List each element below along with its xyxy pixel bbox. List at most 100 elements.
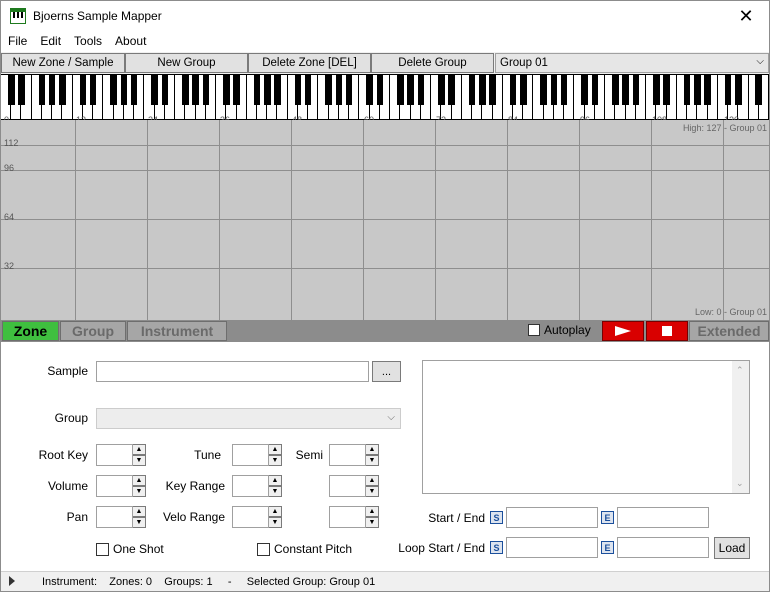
spin-up-icon[interactable]: ▲ bbox=[269, 444, 282, 455]
black-key[interactable] bbox=[192, 75, 199, 105]
tune-input[interactable] bbox=[232, 444, 269, 466]
black-key[interactable] bbox=[683, 75, 691, 105]
black-key[interactable] bbox=[263, 75, 271, 105]
constant-pitch-checkbox[interactable]: Constant Pitch bbox=[257, 542, 352, 556]
key-range-high-input[interactable] bbox=[329, 475, 366, 497]
tab-instrument[interactable]: Instrument bbox=[127, 321, 227, 341]
constant-pitch-box[interactable] bbox=[257, 542, 270, 556]
black-key[interactable] bbox=[591, 75, 599, 105]
title-bar[interactable]: Bjoerns Sample Mapper ✕ bbox=[1, 1, 769, 31]
tab-extended[interactable]: Extended bbox=[689, 321, 769, 341]
spin-down-icon[interactable]: ▼ bbox=[366, 455, 379, 466]
key-range-high-stepper[interactable]: ▲ ▼ bbox=[329, 475, 379, 497]
black-key[interactable] bbox=[519, 75, 527, 105]
black-key[interactable] bbox=[653, 75, 660, 105]
black-key[interactable] bbox=[560, 75, 568, 105]
start-set-button[interactable]: S bbox=[490, 511, 503, 524]
black-key[interactable] bbox=[130, 75, 138, 105]
sample-input[interactable] bbox=[96, 361, 369, 382]
spin-up-icon[interactable]: ▲ bbox=[133, 506, 146, 517]
loop-end-input[interactable] bbox=[617, 537, 709, 558]
black-key[interactable] bbox=[253, 75, 261, 105]
black-key[interactable] bbox=[335, 75, 343, 105]
spin-up-icon[interactable]: ▲ bbox=[269, 506, 282, 517]
spin-up-icon[interactable]: ▲ bbox=[133, 475, 146, 486]
black-key[interactable] bbox=[120, 75, 128, 105]
menu-file[interactable]: File bbox=[1, 32, 33, 52]
play-button[interactable] bbox=[602, 321, 644, 341]
start-input[interactable] bbox=[506, 507, 598, 528]
key-range-low-input[interactable] bbox=[232, 475, 269, 497]
spin-up-icon[interactable]: ▲ bbox=[133, 444, 146, 455]
menu-tools[interactable]: Tools bbox=[67, 32, 108, 52]
spin-down-icon[interactable]: ▼ bbox=[366, 486, 379, 497]
black-key[interactable] bbox=[345, 75, 353, 105]
pan-input[interactable] bbox=[96, 506, 133, 528]
group-combo[interactable]: ⌵ bbox=[96, 408, 401, 429]
black-key[interactable] bbox=[417, 75, 425, 105]
end-input[interactable] bbox=[617, 507, 709, 528]
key-range-low-stepper[interactable]: ▲ ▼ bbox=[232, 475, 282, 497]
expand-arrow-icon[interactable] bbox=[9, 576, 15, 586]
black-key[interactable] bbox=[540, 75, 547, 105]
black-key[interactable] bbox=[325, 75, 332, 105]
black-key[interactable] bbox=[663, 75, 670, 105]
zone-map-grid[interactable]: 112 96 64 32 High: 127 - Group 01 Low: 0… bbox=[1, 120, 769, 320]
black-key[interactable] bbox=[489, 75, 496, 105]
autoplay-checkbox[interactable]: Autoplay bbox=[528, 323, 591, 337]
black-key[interactable] bbox=[704, 75, 711, 105]
black-key[interactable] bbox=[233, 75, 240, 105]
scroll-down-icon[interactable]: ⌄ bbox=[736, 478, 744, 489]
volume-input[interactable] bbox=[96, 475, 133, 497]
black-key[interactable] bbox=[304, 75, 312, 105]
group-select[interactable]: Group 01 ⌵ bbox=[495, 53, 769, 73]
black-key[interactable] bbox=[632, 75, 640, 105]
loop-start-set-button[interactable]: S bbox=[490, 541, 503, 554]
autoplay-box[interactable] bbox=[528, 324, 540, 336]
velo-range-low-stepper[interactable]: ▲ ▼ bbox=[232, 506, 282, 528]
one-shot-checkbox[interactable]: One Shot bbox=[96, 542, 164, 556]
close-button[interactable]: ✕ bbox=[723, 1, 769, 31]
black-key[interactable] bbox=[479, 75, 486, 105]
spin-up-icon[interactable]: ▲ bbox=[366, 475, 379, 486]
black-key[interactable] bbox=[509, 75, 517, 105]
scrollbar[interactable]: ⌃ ⌄ bbox=[732, 361, 749, 493]
black-key[interactable] bbox=[407, 75, 414, 105]
black-key[interactable] bbox=[366, 75, 373, 105]
black-key[interactable] bbox=[48, 75, 56, 105]
spin-down-icon[interactable]: ▼ bbox=[269, 517, 282, 528]
semi-input[interactable] bbox=[329, 444, 366, 466]
one-shot-box[interactable] bbox=[96, 542, 109, 556]
menu-about[interactable]: About bbox=[108, 32, 152, 52]
loop-end-set-button[interactable]: E bbox=[601, 541, 614, 554]
loop-start-input[interactable] bbox=[506, 537, 598, 558]
delete-zone-button[interactable]: Delete Zone [DEL] bbox=[248, 53, 371, 73]
tab-group[interactable]: Group bbox=[60, 321, 126, 341]
black-key[interactable] bbox=[397, 75, 404, 105]
black-key[interactable] bbox=[755, 75, 763, 105]
velo-range-low-input[interactable] bbox=[232, 506, 269, 528]
black-key[interactable] bbox=[182, 75, 189, 105]
new-zone-button[interactable]: New Zone / Sample bbox=[1, 53, 125, 73]
black-key[interactable] bbox=[612, 75, 619, 105]
black-key[interactable] bbox=[18, 75, 25, 105]
black-key[interactable] bbox=[622, 75, 629, 105]
new-group-button[interactable]: New Group bbox=[125, 53, 248, 73]
black-key[interactable] bbox=[694, 75, 701, 105]
velo-range-high-stepper[interactable]: ▲ ▼ bbox=[329, 506, 379, 528]
delete-group-button[interactable]: Delete Group bbox=[371, 53, 494, 73]
piano-keyboard[interactable] bbox=[1, 74, 769, 120]
browse-button[interactable]: ... bbox=[372, 361, 401, 382]
black-key[interactable] bbox=[724, 75, 732, 105]
semi-stepper[interactable]: ▲ ▼ bbox=[329, 444, 379, 466]
black-key[interactable] bbox=[202, 75, 210, 105]
black-key[interactable] bbox=[550, 75, 558, 105]
sample-info-textarea[interactable]: ⌃ ⌄ bbox=[422, 360, 750, 494]
tab-zone[interactable]: Zone bbox=[2, 321, 59, 341]
black-key[interactable] bbox=[38, 75, 46, 105]
scroll-up-icon[interactable]: ⌃ bbox=[736, 365, 744, 376]
black-key[interactable] bbox=[79, 75, 87, 105]
stop-button[interactable] bbox=[646, 321, 688, 341]
pan-stepper[interactable]: ▲ ▼ bbox=[96, 506, 146, 528]
tune-stepper[interactable]: ▲ ▼ bbox=[232, 444, 282, 466]
